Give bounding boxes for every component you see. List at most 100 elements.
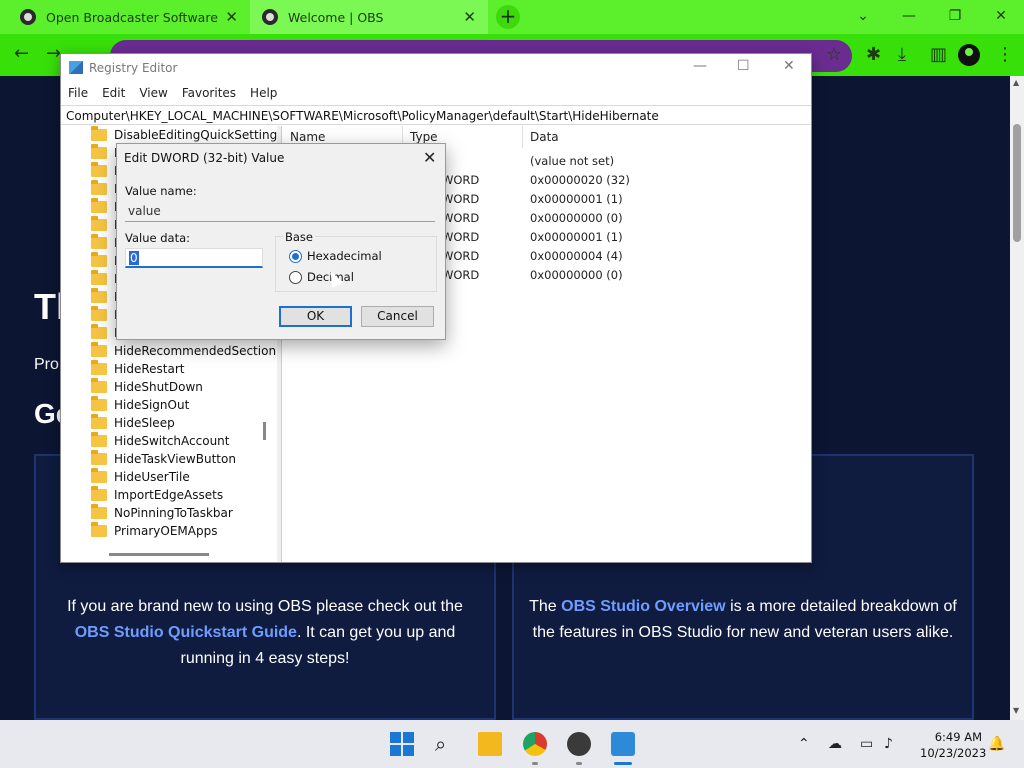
tab-close-icon[interactable]: ✕ (463, 8, 476, 26)
tree-item[interactable]: PrimaryOEMApps (91, 522, 217, 540)
back-arrow-icon[interactable]: ← (14, 43, 29, 64)
folder-icon (91, 180, 107, 195)
clock-date: 10/23/2023 (920, 746, 987, 760)
tree-scrollbar-v[interactable] (263, 422, 266, 440)
new-tab-button[interactable]: + (496, 5, 520, 29)
value-data-input[interactable]: 0 (125, 248, 263, 268)
registry-editor-taskbar-icon[interactable] (611, 732, 635, 756)
quickstart-card-text: If you are brand new to using OBS please… (67, 598, 463, 667)
minimize-icon[interactable]: — (693, 58, 707, 74)
folder-icon (91, 126, 107, 141)
chrome-icon[interactable] (523, 732, 547, 756)
tree-item[interactable]: HideTaskViewButton (91, 450, 236, 468)
close-icon[interactable]: ✕ (783, 58, 795, 74)
scroll-up-icon[interactable]: ▲ (1013, 78, 1019, 87)
registry-editor-titlebar[interactable]: Registry Editor — ☐ ✕ (61, 54, 811, 82)
radio-unselected-icon (289, 270, 302, 284)
value-data: 0x00000004 (4) (530, 249, 623, 263)
tab-welcome-obs[interactable]: Welcome | OBS ✕ (250, 0, 488, 34)
folder-icon (91, 504, 107, 519)
folder-icon (91, 162, 107, 177)
tree-item[interactable]: HideShutDown (91, 378, 203, 396)
quickstart-guide-link[interactable]: OBS Studio Quickstart Guide (75, 624, 297, 641)
tree-item[interactable]: HideUserTile (91, 468, 190, 486)
menu-favorites[interactable]: Favorites (175, 82, 243, 104)
tree-item[interactable]: HideSignOut (91, 396, 189, 414)
value-data: (value not set) (530, 154, 615, 168)
column-type[interactable]: Type (410, 130, 438, 144)
value-data: 0x00000000 (0) (530, 211, 623, 225)
dialog-title: Edit DWORD (32-bit) Value (124, 151, 285, 165)
column-data[interactable]: Data (530, 130, 559, 144)
cloud-icon[interactable]: ☁ (828, 736, 842, 752)
minimize-button[interactable]: — (886, 0, 932, 34)
folder-icon (91, 414, 107, 429)
page-subtext-fragment: Pro (34, 356, 59, 373)
download-icon[interactable]: ⤓ (898, 44, 906, 65)
menu-view[interactable]: View (132, 82, 174, 104)
value-data: 0x00000020 (32) (530, 173, 630, 187)
folder-icon (91, 450, 107, 465)
tab-obs-software[interactable]: Open Broadcaster Software | OBS ✕ (8, 0, 250, 34)
overview-link[interactable]: OBS Studio Overview (561, 598, 725, 615)
obs-studio-icon[interactable] (567, 732, 591, 756)
value-type: WORD (442, 192, 480, 206)
tab-search-icon[interactable]: ⌄ (840, 0, 886, 34)
tree-scrollbar-h[interactable] (109, 553, 209, 556)
active-indicator (614, 762, 632, 765)
scroll-down-icon[interactable]: ▼ (1013, 706, 1019, 715)
hexadecimal-radio[interactable]: Hexadecimal (289, 249, 382, 263)
folder-icon (91, 306, 107, 321)
notification-bell-icon[interactable]: 🔔 (988, 736, 1005, 752)
value-data-text: 0 (129, 251, 139, 265)
menu-edit[interactable]: Edit (95, 82, 132, 104)
ok-button[interactable]: OK (279, 306, 352, 327)
start-button[interactable] (390, 732, 414, 756)
system-clock[interactable]: 6:49 AM 10/23/2023 (920, 729, 987, 761)
folder-icon (91, 342, 107, 357)
close-window-button[interactable]: ✕ (978, 0, 1024, 34)
tree-item[interactable]: HideRecommendedSection (91, 342, 276, 360)
tree-item[interactable]: HideRestart (91, 360, 185, 378)
value-type: WORD (442, 230, 480, 244)
file-explorer-icon[interactable] (478, 732, 502, 756)
tree-item[interactable]: ImportEdgeAssets (91, 486, 223, 504)
search-icon[interactable]: ⌕ (435, 732, 459, 756)
volume-icon[interactable]: ♪ (884, 736, 893, 752)
menu-help[interactable]: Help (243, 82, 284, 104)
value-type: WORD (442, 211, 480, 225)
restore-button[interactable]: ❐ (932, 0, 978, 34)
value-data: 0x00000001 (1) (530, 230, 623, 244)
edit-dword-dialog: Edit DWORD (32-bit) Value ✕ Value name: … (116, 143, 446, 340)
kebab-menu-icon[interactable]: ⋮ (996, 44, 1014, 65)
registry-address-bar[interactable]: Computer\HKEY_LOCAL_MACHINE\SOFTWARE\Mic… (61, 105, 811, 125)
tree-item[interactable]: HideSleep (91, 414, 175, 432)
tree-item[interactable]: DisableEditingQuickSetting (91, 126, 277, 144)
tree-item[interactable]: NoPinningToTaskbar (91, 504, 233, 522)
network-icon[interactable]: ▭ (860, 736, 873, 752)
extensions-icon[interactable]: ✱ (866, 44, 881, 65)
tree-item[interactable]: HideSwitchAccount (91, 432, 229, 450)
chevron-up-icon[interactable]: ⌃ (798, 736, 810, 752)
folder-icon (91, 216, 107, 231)
side-panel-icon[interactable]: ▥ (930, 44, 947, 65)
forward-arrow-icon[interactable]: → (46, 43, 61, 64)
page-scroll-thumb[interactable] (1013, 124, 1021, 242)
decimal-radio[interactable]: Decimal (289, 270, 354, 284)
menu-file[interactable]: File (61, 82, 95, 104)
profile-avatar-icon[interactable] (958, 44, 980, 66)
menu-bar: File Edit View Favorites Help (61, 82, 811, 104)
running-indicator (576, 762, 582, 765)
tab-close-icon[interactable]: ✕ (225, 8, 238, 26)
column-name[interactable]: Name (290, 130, 325, 144)
cancel-button[interactable]: Cancel (361, 306, 434, 327)
page-scrollbar[interactable]: ▲ ▼ (1010, 76, 1024, 720)
bookmark-star-icon[interactable]: ☆ (826, 44, 842, 65)
dialog-close-icon[interactable]: ✕ (423, 148, 436, 167)
folder-icon (91, 144, 107, 159)
column-separator[interactable] (522, 126, 523, 148)
folder-icon (91, 360, 107, 375)
folder-icon (91, 234, 107, 249)
maximize-icon[interactable]: ☐ (737, 58, 750, 74)
value-name-field: value (125, 202, 435, 222)
